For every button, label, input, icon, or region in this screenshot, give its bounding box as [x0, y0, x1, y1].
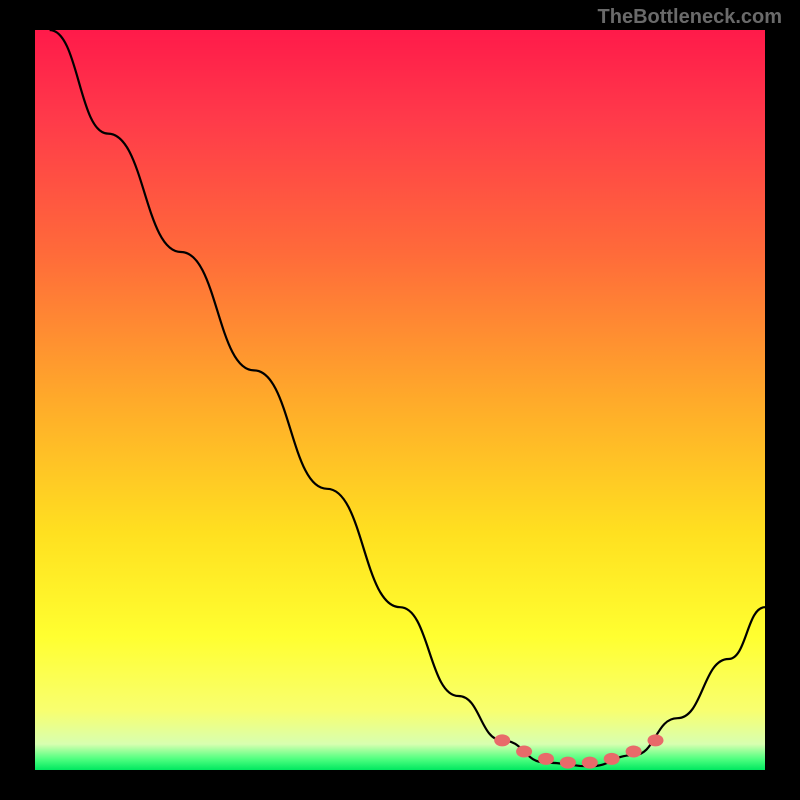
plot-area: [35, 30, 765, 770]
marker-dot: [538, 753, 554, 765]
watermark-text: TheBottleneck.com: [598, 6, 782, 29]
marker-dot: [560, 757, 576, 769]
marker-dot: [604, 753, 620, 765]
marker-dot: [626, 746, 642, 758]
bottleneck-curve: [35, 30, 765, 770]
marker-dot: [582, 757, 598, 769]
marker-dot: [516, 746, 532, 758]
marker-dot: [494, 734, 510, 746]
marker-dot: [648, 734, 664, 746]
